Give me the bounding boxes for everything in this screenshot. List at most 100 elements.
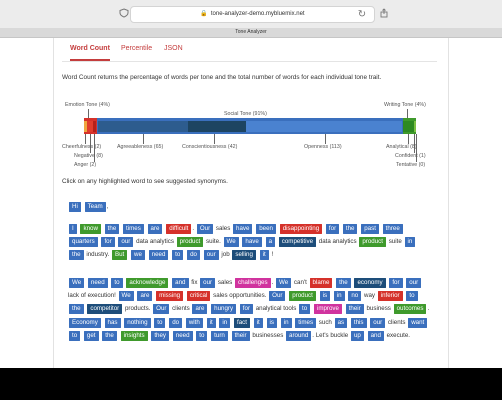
highlighted-word[interactable]: it [253, 317, 263, 328]
highlighted-word[interactable]: We [118, 291, 134, 302]
highlighted-word[interactable]: We [276, 278, 292, 288]
highlighted-word[interactable]: up [350, 330, 364, 341]
highlighted-word[interactable]: times [123, 224, 144, 234]
tab-json[interactable]: JSON [164, 43, 183, 55]
highlighted-word[interactable]: times [295, 317, 317, 328]
highlighted-word[interactable]: is [319, 291, 331, 302]
highlighted-word[interactable]: it [259, 250, 269, 261]
highlighted-word[interactable]: past [361, 224, 379, 234]
highlighted-word[interactable]: I [69, 224, 77, 234]
highlighted-word[interactable]: Our [269, 291, 286, 302]
highlighted-word[interactable]: their [231, 330, 250, 341]
highlighted-word[interactable]: need [172, 330, 193, 341]
highlighted-word[interactable]: hungry [211, 304, 237, 315]
highlighted-word[interactable]: their [345, 304, 364, 315]
highlighted-word[interactable]: have [242, 237, 262, 248]
highlighted-word[interactable]: our [406, 278, 422, 288]
highlighted-word[interactable]: product [289, 291, 316, 302]
highlighted-word[interactable]: selling [232, 250, 256, 261]
highlighted-word[interactable]: in [280, 317, 292, 328]
analytical-segment[interactable] [403, 121, 414, 132]
highlighted-word[interactable]: Our [196, 224, 214, 234]
highlighted-word[interactable]: in [404, 237, 416, 248]
highlighted-word[interactable]: But [111, 250, 128, 261]
highlighted-word[interactable]: need [87, 278, 108, 288]
highlighted-word[interactable]: to [69, 330, 81, 341]
conscientiousness-segment[interactable] [188, 121, 246, 132]
highlighted-word[interactable]: are [137, 291, 153, 302]
highlighted-word[interactable]: missing [156, 291, 184, 302]
highlighted-word[interactable]: insights [120, 330, 148, 341]
address-bar[interactable]: 🔒 tone-analyzer-demo.mybluemix.net [130, 6, 375, 23]
highlighted-word[interactable]: our [118, 237, 134, 248]
highlighted-word[interactable]: our [200, 278, 216, 288]
highlighted-word[interactable]: to [111, 278, 123, 288]
highlighted-word[interactable]: the [336, 278, 351, 288]
highlighted-word[interactable]: fact [233, 317, 250, 328]
highlighted-word[interactable]: has [104, 317, 121, 328]
highlighted-word[interactable]: get [83, 330, 99, 341]
shield-icon[interactable] [118, 8, 130, 20]
highlighted-word[interactable]: to [299, 304, 311, 315]
highlighted-word[interactable]: the [69, 304, 84, 315]
highlighted-word[interactable]: disappointing [279, 224, 323, 234]
highlighted-word[interactable]: to [406, 291, 418, 302]
highlighted-word[interactable]: this [350, 317, 367, 328]
highlighted-word[interactable]: need [148, 250, 169, 261]
highlighted-word[interactable]: and [367, 330, 384, 341]
highlighted-word[interactable]: no [348, 291, 362, 302]
highlighted-word[interactable]: improve [313, 304, 342, 315]
anger-segment[interactable] [93, 121, 96, 132]
confident-segment[interactable] [414, 121, 416, 132]
highlighted-word[interactable]: know [80, 224, 101, 234]
highlighted-word[interactable]: have [233, 224, 253, 234]
highlighted-word[interactable]: three [382, 224, 403, 234]
highlighted-word[interactable]: as [334, 317, 348, 328]
highlighted-word[interactable]: critical [186, 291, 211, 302]
highlighted-word[interactable]: for [101, 237, 115, 248]
share-icon[interactable] [378, 8, 390, 20]
highlighted-word[interactable]: We [69, 278, 85, 288]
highlighted-word[interactable]: our [370, 317, 386, 328]
highlighted-word[interactable]: want [408, 317, 428, 328]
highlighted-word[interactable]: do [169, 317, 183, 328]
tab-word-count[interactable]: Word Count [70, 43, 110, 61]
highlighted-word[interactable]: difficult [166, 224, 192, 234]
highlighted-word[interactable]: challenges [234, 278, 271, 288]
highlighted-word[interactable]: Hi [69, 202, 81, 212]
highlighted-word[interactable]: competitor [87, 304, 123, 315]
highlighted-word[interactable]: it [206, 317, 216, 328]
highlighted-word[interactable]: and [172, 278, 189, 288]
highlighted-word[interactable]: with [185, 317, 203, 328]
highlighted-word[interactable]: product [359, 237, 386, 248]
highlighted-word[interactable]: economy [354, 278, 386, 288]
highlighted-word[interactable]: We [223, 237, 239, 248]
openness-segment[interactable] [246, 121, 402, 132]
highlighted-word[interactable]: product [176, 237, 204, 248]
highlighted-word[interactable]: competitive [278, 237, 317, 248]
highlighted-word[interactable]: the [69, 250, 84, 261]
highlighted-word[interactable]: around [286, 330, 312, 341]
highlighted-word[interactable]: for [389, 278, 403, 288]
highlighted-word[interactable]: in [219, 317, 231, 328]
highlighted-word[interactable]: do [187, 250, 200, 261]
highlighted-word[interactable]: our [203, 250, 219, 261]
highlighted-word[interactable]: the [104, 224, 120, 234]
highlighted-word[interactable]: to [172, 250, 184, 261]
highlighted-word[interactable]: they [151, 330, 170, 341]
highlighted-word[interactable]: in [333, 291, 345, 302]
highlighted-word[interactable]: for [239, 304, 254, 315]
highlighted-word[interactable]: a [265, 237, 276, 248]
highlighted-word[interactable]: been [256, 224, 276, 234]
highlighted-word[interactable]: is [266, 317, 277, 328]
tab-percentile[interactable]: Percentile [121, 43, 152, 55]
highlighted-word[interactable]: nothing [124, 317, 151, 328]
highlighted-word[interactable]: are [192, 304, 208, 315]
reload-icon[interactable]: ↻ [356, 9, 368, 21]
highlighted-word[interactable]: Team [84, 202, 106, 212]
highlighted-word[interactable]: Economy [69, 317, 101, 328]
browser-tab[interactable]: Tone Analyzer [0, 28, 502, 38]
highlighted-word[interactable]: the [342, 224, 358, 234]
agreeableness-segment[interactable] [98, 121, 188, 132]
highlighted-word[interactable]: Our [153, 304, 170, 315]
